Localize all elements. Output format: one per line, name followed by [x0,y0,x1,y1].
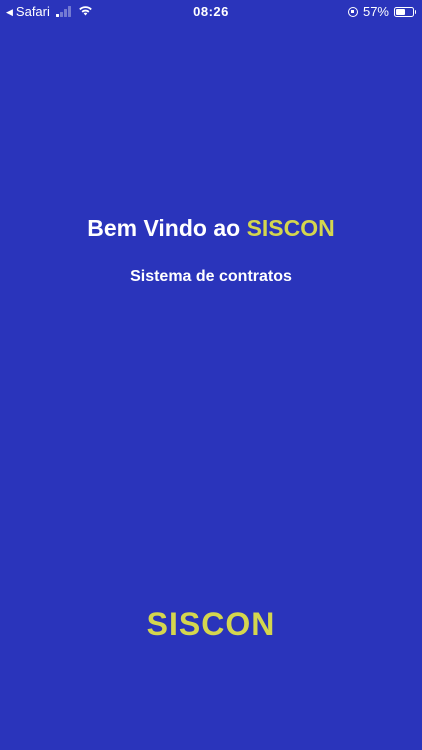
subtitle: Sistema de contratos [130,268,292,285]
battery-percent: 57% [362,4,389,19]
welcome-brand: SISCON [246,215,335,241]
status-bar: ◀ Safari 08:26 57% [0,0,422,22]
app-logo: SISCON [146,606,276,642]
welcome-prefix: Bem Vindo ao [87,215,247,241]
orientation-lock-icon [347,6,358,17]
battery-fill [396,8,406,15]
battery-icon [394,6,416,17]
welcome-heading: Bem Vindo ao SISCON [0,215,422,242]
status-bar-right: 57% [347,4,416,19]
